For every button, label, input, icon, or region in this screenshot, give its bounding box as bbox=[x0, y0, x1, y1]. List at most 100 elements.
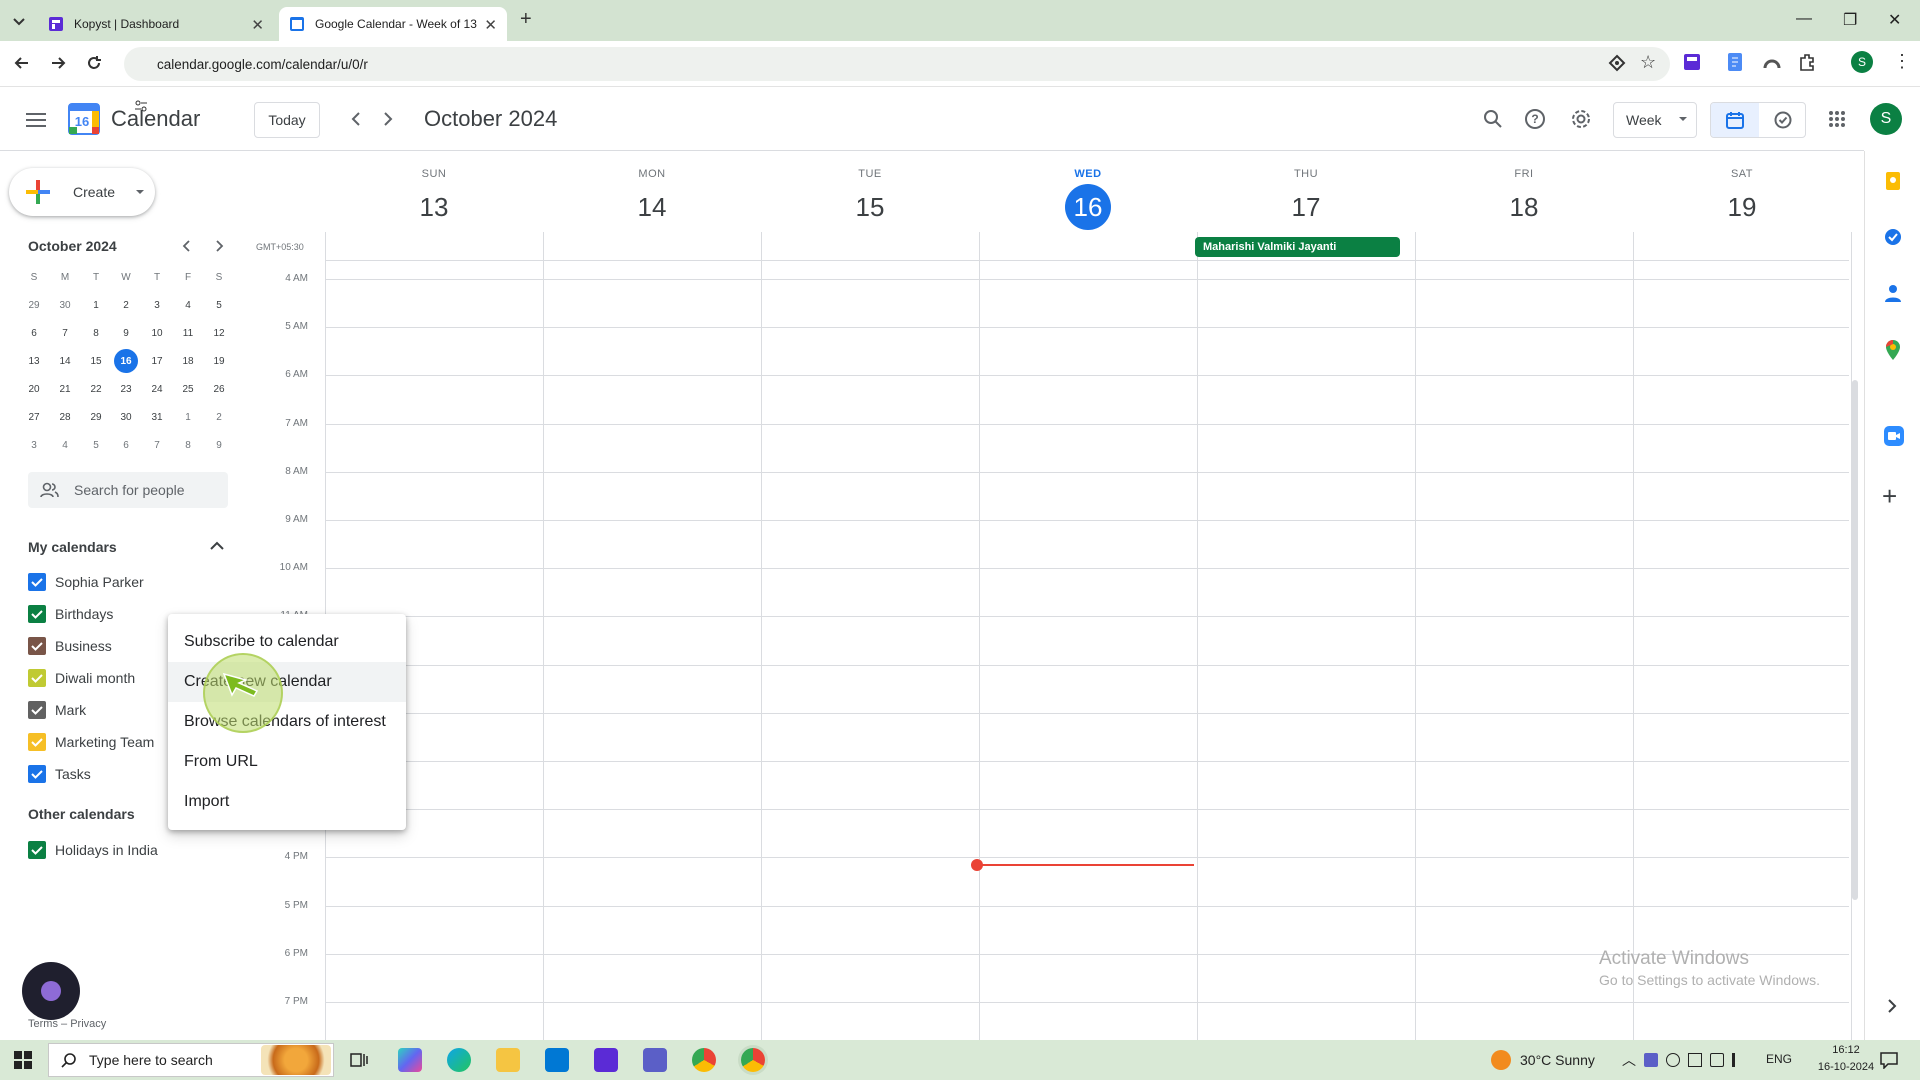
mini-day[interactable]: 3 bbox=[145, 293, 169, 317]
apps-grid-icon[interactable] bbox=[1822, 104, 1852, 134]
mini-day[interactable]: 18 bbox=[176, 349, 200, 373]
menu-item[interactable]: From URL bbox=[168, 742, 406, 782]
checkbox-checked-icon[interactable] bbox=[28, 605, 46, 623]
current-day-number[interactable]: 16 bbox=[1065, 184, 1111, 230]
mini-day[interactable]: 21 bbox=[53, 377, 77, 401]
mini-day[interactable]: 7 bbox=[53, 321, 77, 345]
calendar-list-item[interactable]: Mark bbox=[28, 700, 86, 720]
day-number[interactable]: 19 bbox=[1633, 184, 1851, 230]
extension-doc-icon[interactable] bbox=[1726, 52, 1744, 72]
teams-icon[interactable] bbox=[643, 1048, 667, 1072]
mini-day[interactable]: 5 bbox=[84, 433, 108, 457]
mini-prev-month-icon[interactable] bbox=[182, 240, 192, 252]
day-header[interactable]: SUN 13 bbox=[325, 168, 543, 230]
system-tray-icons[interactable] bbox=[1644, 1053, 1754, 1067]
mini-day[interactable]: 29 bbox=[84, 405, 108, 429]
checkbox-checked-icon[interactable] bbox=[28, 701, 46, 719]
mini-day[interactable]: 14 bbox=[53, 349, 77, 373]
mini-day[interactable]: 5 bbox=[207, 293, 231, 317]
taskbar-search-box[interactable]: Type here to search bbox=[48, 1043, 334, 1077]
edge-icon[interactable] bbox=[447, 1048, 471, 1072]
terms-link[interactable]: Terms bbox=[28, 1018, 58, 1030]
calendar-list-item[interactable]: Sophia Parker bbox=[28, 572, 144, 592]
mini-day[interactable]: 20 bbox=[22, 377, 46, 401]
calendar-list-item[interactable]: Tasks bbox=[28, 764, 91, 784]
settings-gear-icon[interactable] bbox=[1566, 104, 1596, 134]
back-icon[interactable] bbox=[12, 53, 32, 73]
new-tab-icon[interactable]: + bbox=[520, 8, 532, 31]
tasks-icon[interactable] bbox=[1883, 227, 1903, 247]
profile-avatar[interactable]: S bbox=[1851, 51, 1873, 73]
assistant-bubble-icon[interactable] bbox=[22, 962, 80, 1020]
grid-scrollbar[interactable] bbox=[1852, 380, 1858, 900]
mini-day[interactable]: 19 bbox=[207, 349, 231, 373]
account-avatar[interactable]: S bbox=[1870, 103, 1902, 135]
add-addon-icon[interactable]: + bbox=[1882, 481, 1897, 512]
calendar-list-item[interactable]: Business bbox=[28, 636, 112, 656]
checkbox-checked-icon[interactable] bbox=[28, 765, 46, 783]
create-button[interactable]: Create bbox=[9, 168, 155, 216]
mini-day[interactable]: 6 bbox=[114, 433, 138, 457]
mini-day[interactable]: 13 bbox=[22, 349, 46, 373]
privacy-link[interactable]: Privacy bbox=[70, 1018, 106, 1030]
search-icon[interactable] bbox=[1478, 104, 1508, 134]
collapse-chevron-up-icon[interactable] bbox=[210, 541, 224, 551]
all-day-event[interactable]: Maharishi Valmiki Jayanti bbox=[1195, 237, 1400, 257]
checkbox-checked-icon[interactable] bbox=[28, 573, 46, 591]
menu-item[interactable]: Import bbox=[168, 782, 406, 822]
calendar-list-item[interactable]: Birthdays bbox=[28, 604, 113, 624]
restore-icon[interactable]: ❐ bbox=[1843, 10, 1857, 30]
mini-day[interactable]: 8 bbox=[84, 321, 108, 345]
mini-day[interactable]: 17 bbox=[145, 349, 169, 373]
lens-icon[interactable] bbox=[1608, 54, 1626, 72]
calendar-list-item[interactable]: Diwali month bbox=[28, 668, 135, 688]
day-header[interactable]: MON 14 bbox=[543, 168, 761, 230]
zoom-icon[interactable] bbox=[1883, 425, 1905, 447]
day-header[interactable]: THU 17 bbox=[1197, 168, 1415, 230]
day-number[interactable]: 14 bbox=[543, 184, 761, 230]
mini-day[interactable]: 9 bbox=[114, 321, 138, 345]
calendar-list-item[interactable]: Marketing Team bbox=[28, 732, 154, 752]
task-view-icon[interactable] bbox=[350, 1051, 368, 1069]
today-button[interactable]: Today bbox=[254, 102, 320, 138]
previous-week-icon[interactable] bbox=[343, 106, 369, 132]
day-number[interactable]: 15 bbox=[761, 184, 979, 230]
mini-day[interactable]: 4 bbox=[176, 293, 200, 317]
mini-day[interactable]: 28 bbox=[53, 405, 77, 429]
menu-item[interactable]: Subscribe to calendar bbox=[168, 622, 406, 662]
day-number[interactable]: 13 bbox=[325, 184, 543, 230]
close-window-icon[interactable]: ✕ bbox=[1888, 10, 1901, 30]
other-calendars-heading[interactable]: Other calendars bbox=[28, 806, 135, 822]
day-header[interactable]: WED 16 bbox=[979, 168, 1197, 230]
weather-text[interactable]: 30°C Sunny bbox=[1520, 1052, 1595, 1068]
mini-day[interactable]: 6 bbox=[22, 321, 46, 345]
day-header[interactable]: TUE 15 bbox=[761, 168, 979, 230]
mini-day[interactable]: 30 bbox=[114, 405, 138, 429]
mini-day[interactable]: 7 bbox=[145, 433, 169, 457]
mini-day[interactable]: 8 bbox=[176, 433, 200, 457]
mini-next-month-icon[interactable] bbox=[214, 240, 224, 252]
mini-day[interactable]: 10 bbox=[145, 321, 169, 345]
mini-day[interactable]: 3 bbox=[22, 433, 46, 457]
view-switcher-button[interactable]: Week bbox=[1613, 102, 1697, 138]
checkbox-checked-icon[interactable] bbox=[28, 669, 46, 687]
mini-day[interactable]: 22 bbox=[84, 377, 108, 401]
next-week-icon[interactable] bbox=[375, 106, 401, 132]
mini-day[interactable]: 24 bbox=[145, 377, 169, 401]
checkbox-checked-icon[interactable] bbox=[28, 637, 46, 655]
tray-chevron-icon[interactable]: ︿ bbox=[1622, 1050, 1636, 1070]
kopyst-extension-icon[interactable] bbox=[1682, 52, 1702, 72]
clock-time[interactable]: 16:12 bbox=[1818, 1044, 1874, 1056]
calendar-list-item[interactable]: Holidays in India bbox=[28, 840, 158, 860]
tasks-view-icon[interactable] bbox=[1759, 103, 1805, 137]
mini-day[interactable]: 23 bbox=[114, 377, 138, 401]
extensions-puzzle-icon[interactable] bbox=[1797, 52, 1817, 72]
clock-date[interactable]: 16-10-2024 bbox=[1806, 1061, 1886, 1073]
windows-start-icon[interactable] bbox=[14, 1051, 32, 1069]
close-tab-icon[interactable]: ✕ bbox=[251, 16, 264, 34]
mini-day[interactable]: 31 bbox=[145, 405, 169, 429]
day-number[interactable]: 17 bbox=[1197, 184, 1415, 230]
mail-icon[interactable] bbox=[545, 1048, 569, 1072]
hide-panel-chevron-icon[interactable] bbox=[1887, 999, 1897, 1013]
chrome-icon[interactable] bbox=[692, 1048, 716, 1072]
